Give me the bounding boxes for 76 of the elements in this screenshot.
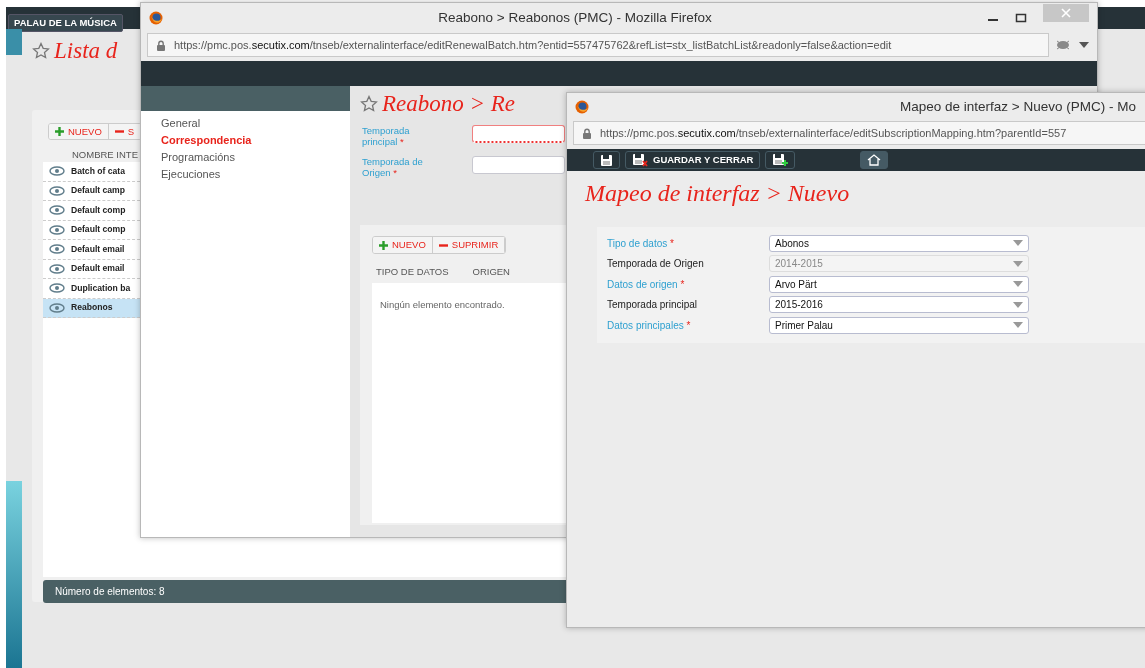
home-icon: [867, 154, 882, 166]
dropdown-field[interactable]: 2015-2016: [769, 296, 1029, 314]
star-icon[interactable]: [32, 41, 50, 60]
eye-icon: [49, 244, 65, 255]
input-field[interactable]: [472, 155, 565, 174]
minus-icon: [114, 127, 124, 136]
close-icon: [1061, 8, 1071, 18]
browser-logo-icon: [149, 11, 163, 25]
field-label: Datos de origen *: [607, 277, 686, 292]
caret-icon: [1013, 260, 1023, 267]
column-header: NOMBRE INTE: [72, 148, 138, 162]
row-name: Default email: [71, 242, 125, 256]
nav-link[interactable]: Ejecuciones: [141, 166, 350, 183]
field-label: Temporada de Origen: [607, 257, 705, 272]
window-title: Reabono > Reabonos (PMC) - Mozilla Firefox: [437, 8, 713, 27]
row-name: Default comp: [71, 203, 126, 217]
url-text: https://pmc.pos.secutix.com/tnseb/externalinterface/editSubscriptionMapping.htm?parentId=557: [600, 125, 1067, 141]
row-name: Default email: [71, 262, 125, 276]
caret-icon: [1013, 281, 1023, 288]
field-label: Datos principales *: [607, 318, 692, 333]
plus-icon: [55, 127, 64, 136]
field-label: Temporada de Origen *: [362, 155, 424, 179]
list-row[interactable]: Reabonos: [43, 298, 140, 318]
eye-icon: [49, 205, 65, 216]
input-field[interactable]: [472, 125, 565, 143]
lock-icon: [582, 127, 592, 139]
home-button[interactable]: [860, 151, 889, 169]
column-header: TIPO DE DATOS: [376, 264, 449, 279]
window-title: Mapeo de interfaz > Nuevo (PMC) - Mo: [900, 97, 1136, 116]
caret-icon: [1013, 301, 1023, 308]
page-title: Reabono > Re: [382, 92, 516, 115]
page-title: Lista d: [54, 39, 118, 62]
row-name: Default camp: [71, 184, 125, 198]
nav-link[interactable]: Correspondencia: [141, 132, 350, 149]
eye-icon: [49, 166, 65, 177]
save-button[interactable]: [593, 151, 620, 169]
caret-icon[interactable]: [1079, 42, 1089, 48]
new-button[interactable]: NUEVO: [373, 237, 433, 253]
maximize-icon[interactable]: [1015, 13, 1027, 23]
url-text: https://pmc.pos.secutix.com/tnseb/externalinterface/editRenewalBatch.htm?entid=557475762&refList=stx_listBatchList&readonly=false&action=edit: [174, 37, 892, 53]
floppy-icon: [772, 153, 789, 167]
dropdown-field[interactable]: Abonos: [769, 234, 1029, 252]
empty-message: Ningún elemento encontrado.: [380, 297, 505, 312]
save-new-button[interactable]: [765, 151, 796, 169]
row-name: Batch of cata: [71, 164, 125, 178]
field-label: Temporada principal *: [362, 125, 411, 148]
row-name: Reabonos: [71, 301, 113, 315]
row-name: Default comp: [71, 223, 126, 237]
page-title: Mapeo de interfaz > Nuevo: [584, 179, 851, 205]
eye-icon: [49, 224, 65, 235]
new-button[interactable]: NUEVO: [49, 123, 109, 140]
column-header: ORIGEN: [472, 264, 510, 279]
caret-icon: [1013, 240, 1023, 247]
field-label: Tipo de datos *: [607, 236, 675, 251]
caret-icon: [1013, 322, 1023, 329]
plus-icon: [379, 240, 388, 250]
eye-icon: [49, 302, 65, 313]
lock-icon: [156, 39, 166, 51]
eye-icon: [49, 283, 65, 294]
star-icon[interactable]: [360, 94, 378, 113]
brand-button[interactable]: PALAU DE LA MÚSICA: [8, 14, 123, 32]
url-field[interactable]: https://pmc.pos.secutix.com/tnseb/externalinterface/editSubscriptionMapping.htm?parentId=557: [573, 121, 1145, 145]
nav-link[interactable]: General: [141, 115, 350, 132]
browser-logo-icon: [575, 100, 589, 114]
nav-link[interactable]: Programacións: [141, 149, 350, 166]
dropdown-field[interactable]: Primer Palau: [769, 316, 1029, 334]
eye-icon: [49, 263, 65, 274]
save-close-button[interactable]: GUARDAR Y CERRAR: [625, 151, 761, 169]
row-name: Duplication ba: [71, 281, 131, 295]
floppy-icon: [600, 153, 613, 167]
url-field[interactable]: https://pmc.pos.secutix.com/tnseb/externalinterface/editRenewalBatch.htm?entid=557475762&refList=stx_listBatchList&readonly=false&action=edit: [147, 33, 1049, 57]
field-label: Temporada principal: [607, 298, 699, 313]
dropdown-field[interactable]: Arvo Pärt: [769, 275, 1029, 293]
eye-icon: [49, 185, 65, 196]
extension-icon[interactable]: [1055, 39, 1071, 51]
floppy-icon: [632, 153, 648, 167]
